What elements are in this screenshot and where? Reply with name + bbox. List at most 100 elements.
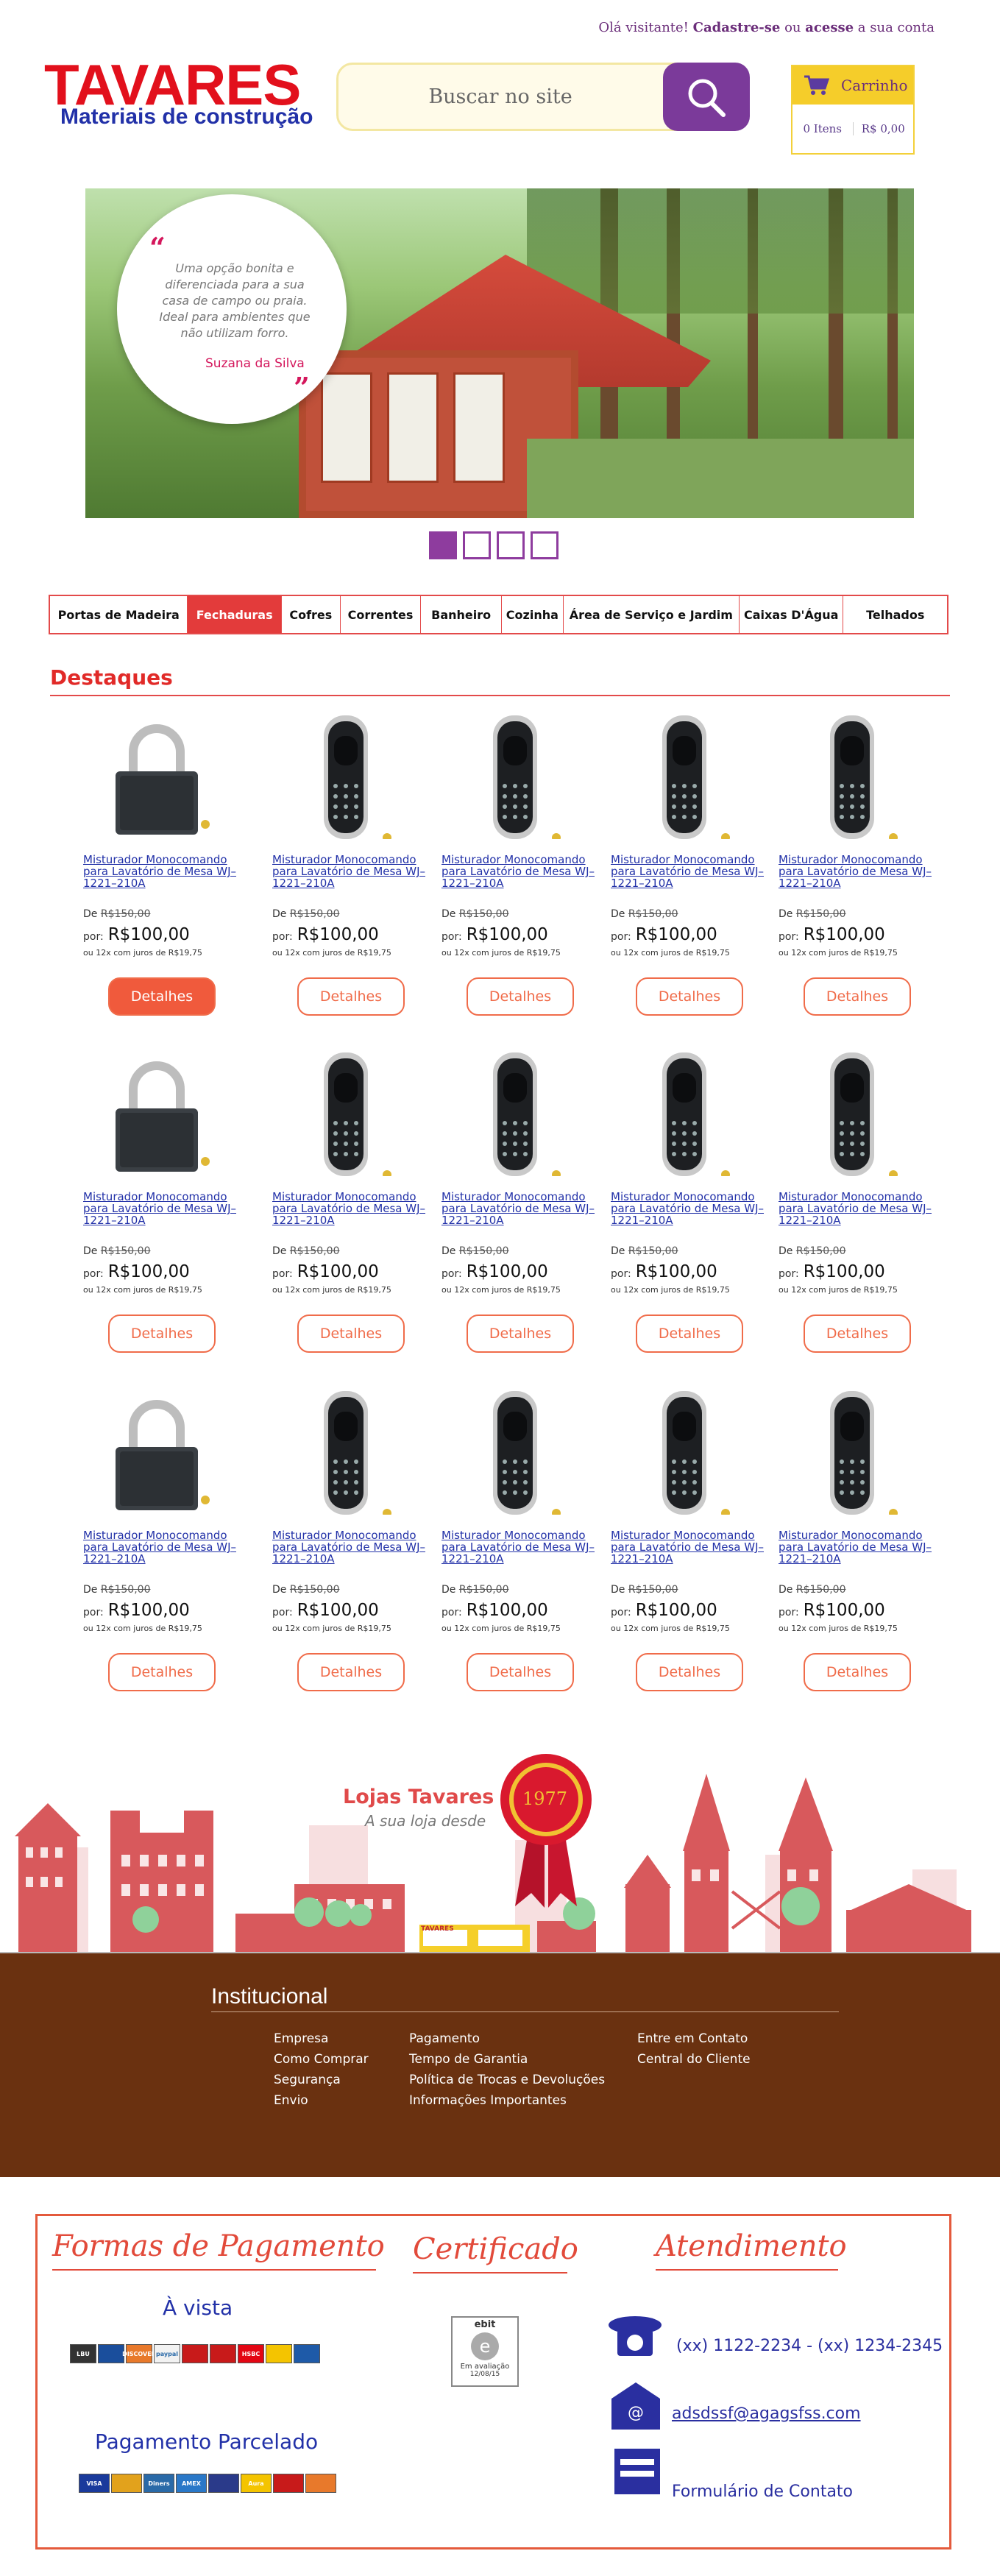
stores-tagline: A sua loja desde: [365, 1812, 486, 1830]
product-image[interactable]: [98, 1390, 216, 1515]
category-tab[interactable]: Fechaduras: [188, 596, 282, 633]
footer-link[interactable]: Central do Cliente: [637, 2049, 751, 2070]
category-tab[interactable]: Área de Serviço e Jardim: [564, 596, 740, 633]
product-name[interactable]: Misturador Monocomando para Lavatório de…: [83, 1191, 236, 1226]
product-image[interactable]: [98, 714, 216, 839]
old-price-value: R$150,00: [628, 1584, 678, 1596]
contact-form-link[interactable]: Formulário de Contato: [672, 2483, 853, 2501]
logo[interactable]: TAVARES Materiais de construção: [43, 56, 316, 132]
product-image[interactable]: [98, 1051, 216, 1176]
product-name[interactable]: Misturador Monocomando para Lavatório de…: [272, 854, 425, 889]
product-name[interactable]: Misturador Monocomando para Lavatório de…: [779, 1529, 932, 1565]
product-image[interactable]: [625, 714, 743, 842]
signup-link[interactable]: Cadastre-se: [693, 20, 781, 35]
product-image[interactable]: [456, 1051, 574, 1179]
product-name[interactable]: Misturador Monocomando para Lavatório de…: [272, 1191, 425, 1226]
product-name[interactable]: Misturador Monocomando para Lavatório de…: [611, 1529, 764, 1565]
details-button[interactable]: Detalhes: [636, 977, 743, 1016]
old-price: De R$150,00: [83, 1245, 150, 1257]
details-button[interactable]: Detalhes: [108, 1314, 216, 1353]
product-name[interactable]: Misturador Monocomando para Lavatório de…: [83, 854, 236, 889]
product-image[interactable]: [456, 1390, 574, 1518]
new-price: por: R$100,00: [83, 1262, 190, 1281]
details-button[interactable]: Detalhes: [467, 1653, 574, 1691]
phone-icon: [609, 2316, 662, 2356]
details-button[interactable]: Detalhes: [636, 1314, 743, 1353]
old-price-value: R$150,00: [458, 1245, 509, 1257]
footer-link[interactable]: Como Comprar: [274, 2049, 369, 2070]
slider-dot[interactable]: [463, 531, 491, 559]
product-name[interactable]: Misturador Monocomando para Lavatório de…: [442, 1529, 595, 1565]
old-price-value: R$150,00: [289, 1245, 340, 1257]
slider-dot[interactable]: [429, 531, 457, 559]
slider-dot[interactable]: [531, 531, 558, 559]
details-button[interactable]: Detalhes: [108, 977, 216, 1016]
product-name[interactable]: Misturador Monocomando para Lavatório de…: [442, 1191, 595, 1226]
details-button[interactable]: Detalhes: [804, 977, 911, 1016]
hero-banner[interactable]: “ Uma opção bonita e diferenciada para a…: [85, 188, 914, 518]
category-tab[interactable]: Telhados: [843, 596, 947, 633]
footer-link[interactable]: Segurança: [274, 2070, 369, 2090]
search-input[interactable]: [338, 65, 662, 129]
details-button[interactable]: Detalhes: [297, 1314, 405, 1353]
product-name[interactable]: Misturador Monocomando para Lavatório de…: [272, 1529, 425, 1565]
old-price: De R$150,00: [83, 1584, 150, 1596]
login-link[interactable]: acesse: [805, 20, 854, 35]
badge-year: 1977: [522, 1788, 568, 1809]
footer-link[interactable]: Tempo de Garantia: [409, 2049, 605, 2070]
details-button[interactable]: Detalhes: [297, 1653, 405, 1691]
details-button[interactable]: Detalhes: [297, 977, 405, 1016]
product-name[interactable]: Misturador Monocomando para Lavatório de…: [779, 1191, 932, 1226]
product-image[interactable]: [793, 714, 911, 842]
footer-link[interactable]: Envio: [274, 2090, 369, 2111]
product-image[interactable]: [793, 1051, 911, 1179]
product-image[interactable]: [625, 1051, 743, 1179]
old-price-value: R$150,00: [100, 1584, 151, 1596]
svg-text:@: @: [628, 2404, 644, 2422]
email-link[interactable]: adsdssf@agagsfss.com: [672, 2405, 861, 2423]
search-button[interactable]: [663, 63, 750, 131]
category-tab[interactable]: Portas de Madeira: [50, 596, 188, 633]
cart-widget[interactable]: Carrinho 0 Itens R$ 0,00: [791, 65, 915, 155]
details-button[interactable]: Detalhes: [804, 1314, 911, 1353]
footer-link[interactable]: Informações Importantes: [409, 2090, 605, 2111]
new-price-label: por:: [272, 1607, 293, 1618]
old-price-label: De: [272, 1245, 287, 1257]
category-tab[interactable]: Cozinha: [502, 596, 564, 633]
category-tab[interactable]: Correntes: [341, 596, 422, 633]
details-button[interactable]: Detalhes: [467, 977, 574, 1016]
form-icon: [614, 2449, 660, 2494]
footer-link[interactable]: Pagamento: [409, 2028, 605, 2049]
product-image[interactable]: [456, 714, 574, 842]
product-name[interactable]: Misturador Monocomando para Lavatório de…: [611, 854, 764, 889]
product-image[interactable]: [287, 1390, 405, 1518]
slider-dot[interactable]: [497, 531, 525, 559]
product-name[interactable]: Misturador Monocomando para Lavatório de…: [611, 1191, 764, 1226]
old-price-value: R$150,00: [458, 908, 509, 920]
product-image[interactable]: [793, 1390, 911, 1518]
new-price-label: por:: [442, 1607, 462, 1618]
category-tab[interactable]: Caixas D'Água: [740, 596, 844, 633]
old-price-label: De: [779, 908, 793, 920]
footer-link[interactable]: Entre em Contato: [637, 2028, 751, 2049]
product-name[interactable]: Misturador Monocomando para Lavatório de…: [83, 1529, 236, 1565]
category-tab[interactable]: Cofres: [282, 596, 341, 633]
new-price-label: por:: [83, 1607, 104, 1618]
product-name[interactable]: Misturador Monocomando para Lavatório de…: [779, 854, 932, 889]
product-image[interactable]: [287, 714, 405, 842]
padlock-icon: [116, 724, 210, 835]
footer-link[interactable]: Política de Trocas e Devoluções: [409, 2070, 605, 2090]
product-image[interactable]: [287, 1051, 405, 1179]
ebit-badge[interactable]: ebit e Em avaliação 12/08/15: [451, 2316, 519, 2387]
category-tab[interactable]: Banheiro: [421, 596, 502, 633]
details-button[interactable]: Detalhes: [467, 1314, 574, 1353]
product-name[interactable]: Misturador Monocomando para Lavatório de…: [442, 854, 595, 889]
testimonial-author: Suzana da Silva: [205, 356, 305, 371]
details-button[interactable]: Detalhes: [804, 1653, 911, 1691]
ebit-status: Em avaliação: [460, 2363, 510, 2371]
footer-link[interactable]: Empresa: [274, 2028, 369, 2049]
details-button[interactable]: Detalhes: [636, 1653, 743, 1691]
payment-method-logo: [98, 2344, 124, 2363]
details-button[interactable]: Detalhes: [108, 1653, 216, 1691]
product-image[interactable]: [625, 1390, 743, 1518]
